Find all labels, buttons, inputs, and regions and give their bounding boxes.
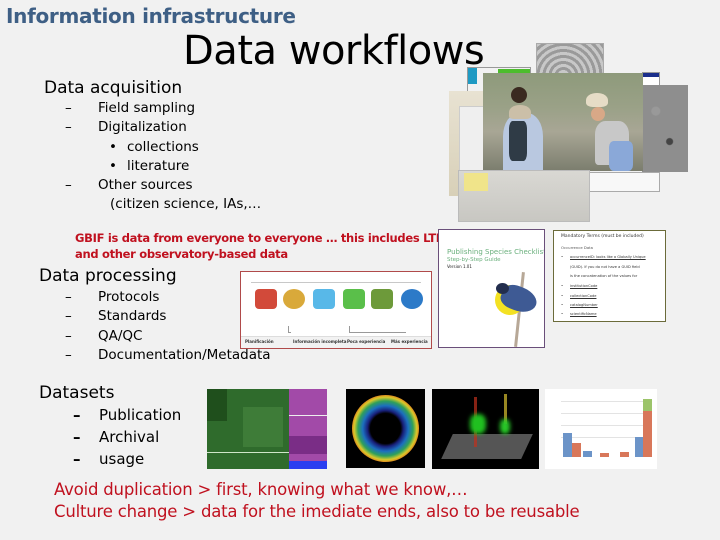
3d-bar-chart-image xyxy=(545,389,657,469)
folder-icon xyxy=(255,289,277,309)
mandatory-terms-document: Mandatory Terms (must be included) Occur… xyxy=(553,230,666,322)
slide-title: Data workflows xyxy=(183,28,485,74)
3d-map-visualization xyxy=(432,389,539,469)
process-footer: Planificación Información incompleta Poc… xyxy=(241,336,431,348)
field-notebook-image xyxy=(458,170,590,222)
list-item-continuation: (citizen science, IAs,… xyxy=(110,196,262,213)
list-subitem: • literature xyxy=(109,157,190,174)
compass-icon xyxy=(283,289,305,309)
document-icon xyxy=(313,289,335,309)
datasets-heading: Datasets xyxy=(39,383,115,403)
section-header: Information infrastructure xyxy=(6,4,296,28)
form-thumbnail xyxy=(588,172,660,192)
checklist-icon xyxy=(371,289,393,309)
conclusion-line-2: Culture change > data for the imediate e… xyxy=(54,502,580,521)
acquisition-list: – Field sampling – Digitalization • collect… xyxy=(65,99,261,215)
processing-heading: Data processing xyxy=(39,266,177,286)
list-item: – Publication xyxy=(73,406,182,424)
computer-icon xyxy=(343,289,365,309)
sem-image-right xyxy=(642,85,688,172)
checklist-guide-cover: Publishing Species Checklists Step-by-St… xyxy=(438,229,545,348)
conclusions: Avoid duplication > first, knowing what … xyxy=(54,479,580,523)
field-sampling-photo xyxy=(483,73,643,171)
treemap-visualization xyxy=(207,389,327,469)
list-item: – Archival xyxy=(73,428,160,446)
process-diagram: Planificación Información incompleta Poc… xyxy=(240,271,432,349)
datasets-list: – Publication – Archival – usage xyxy=(73,404,181,470)
globe-icon xyxy=(401,289,423,309)
acquisition-heading: Data acquisition xyxy=(44,78,183,98)
list-item: – Field sampling xyxy=(65,100,196,116)
arrow xyxy=(251,282,421,283)
list-subitem: • collections xyxy=(109,138,199,155)
circular-visualization xyxy=(346,389,425,468)
list-item: – Other sources xyxy=(65,177,193,194)
conclusion-line-1: Avoid duplication > first, knowing what … xyxy=(54,480,468,499)
list-item: – Digitalization xyxy=(65,119,187,136)
list-item: – usage xyxy=(73,450,145,468)
gbif-note: GBIF is data from everyone to everyone …… xyxy=(75,231,452,261)
